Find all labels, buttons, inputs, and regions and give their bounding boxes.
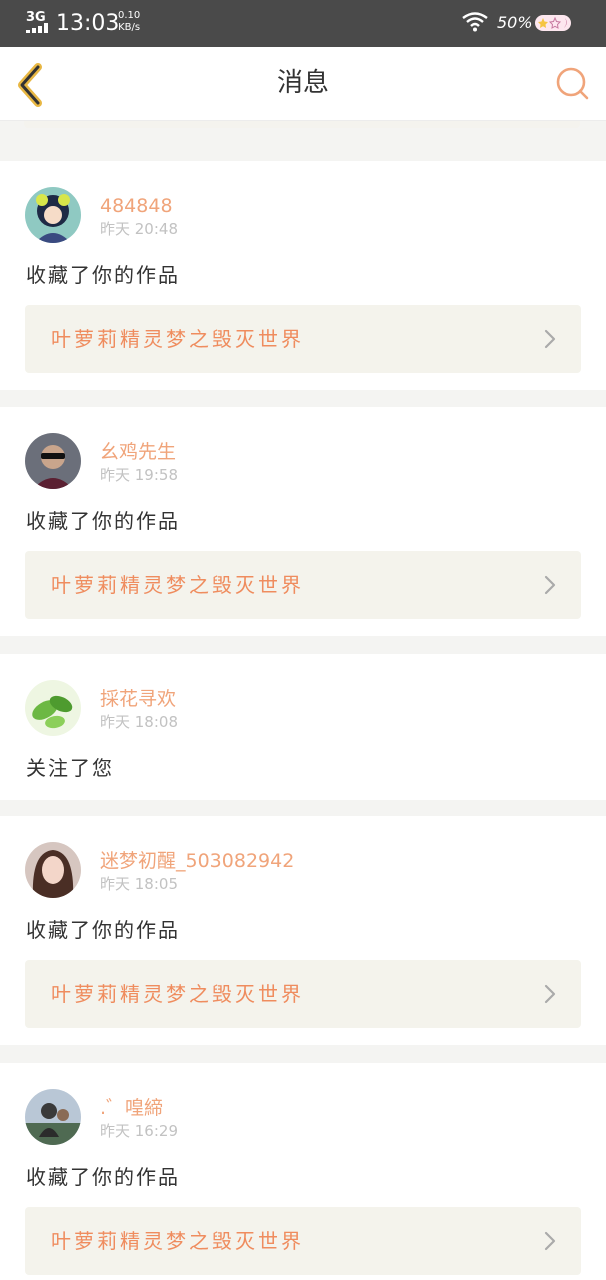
- chevron-right-icon: [544, 329, 556, 349]
- username[interactable]: 迷梦初醒_503082942: [100, 850, 294, 872]
- timestamp: 昨天 20:48: [100, 220, 178, 238]
- speed-value: 0.10: [118, 10, 141, 21]
- avatar[interactable]: [25, 680, 81, 736]
- status-bar: 3G 13:03 0.10 KB/s 50%: [0, 0, 606, 47]
- battery-icon: [535, 15, 571, 31]
- timestamp: 昨天 19:58: [100, 466, 178, 484]
- action-text: 收藏了你的作品: [26, 1165, 180, 1189]
- timestamp: 昨天 18:08: [100, 713, 178, 731]
- work-link[interactable]: 叶萝莉精灵梦之毁灭世界: [25, 1207, 581, 1275]
- action-text: 关注了您: [26, 756, 114, 780]
- page-title: 消息: [276, 68, 329, 98]
- avatar[interactable]: [25, 1089, 81, 1145]
- work-title: 叶萝莉精灵梦之毁灭世界: [51, 573, 304, 597]
- search-button[interactable]: [554, 65, 590, 101]
- message-card: 採花寻欢 昨天 18:08 关注了您: [0, 654, 606, 800]
- chevron-right-icon: [544, 575, 556, 595]
- message-card: 幺鸡先生 昨天 19:58 收藏了你的作品 叶萝莉精灵梦之毁灭世界: [0, 407, 606, 636]
- work-title: 叶萝莉精灵梦之毁灭世界: [51, 982, 304, 1006]
- previous-work-card-edge: [24, 121, 580, 128]
- top-bar: 消息: [0, 47, 606, 121]
- network-speed: 0.10 KB/s: [118, 10, 140, 34]
- work-link[interactable]: 叶萝莉精灵梦之毁灭世界: [25, 551, 581, 619]
- message-card: .゛喤締 昨天 16:29 收藏了你的作品 叶萝莉精灵梦之毁灭世界: [0, 1063, 606, 1280]
- work-title: 叶萝莉精灵梦之毁灭世界: [51, 1229, 304, 1253]
- message-card: 迷梦初醒_503082942 昨天 18:05 收藏了你的作品 叶萝莉精灵梦之毁…: [0, 816, 606, 1045]
- message-card: 484848 昨天 20:48 收藏了你的作品 叶萝莉精灵梦之毁灭世界: [0, 161, 606, 390]
- battery-percent: 50%: [497, 13, 533, 32]
- action-text: 收藏了你的作品: [26, 918, 180, 942]
- signal-icon: [26, 23, 50, 33]
- username[interactable]: 採花寻欢: [100, 688, 176, 710]
- timestamp: 昨天 18:05: [100, 875, 178, 893]
- avatar[interactable]: [25, 187, 81, 243]
- username[interactable]: 484848: [100, 195, 173, 217]
- avatar[interactable]: [25, 842, 81, 898]
- chevron-right-icon: [544, 1231, 556, 1251]
- username[interactable]: .゛喤締: [100, 1097, 163, 1119]
- work-title: 叶萝莉精灵梦之毁灭世界: [51, 327, 304, 351]
- clock: 13:03: [56, 11, 120, 36]
- speed-unit: KB/s: [118, 22, 141, 33]
- work-link[interactable]: 叶萝莉精灵梦之毁灭世界: [25, 960, 581, 1028]
- wifi-icon: [462, 12, 488, 32]
- avatar[interactable]: [25, 433, 81, 489]
- username[interactable]: 幺鸡先生: [100, 441, 176, 463]
- timestamp: 昨天 16:29: [100, 1122, 178, 1140]
- action-text: 收藏了你的作品: [26, 263, 180, 287]
- chevron-right-icon: [544, 984, 556, 1004]
- action-text: 收藏了你的作品: [26, 509, 180, 533]
- work-link[interactable]: 叶萝莉精灵梦之毁灭世界: [25, 305, 581, 373]
